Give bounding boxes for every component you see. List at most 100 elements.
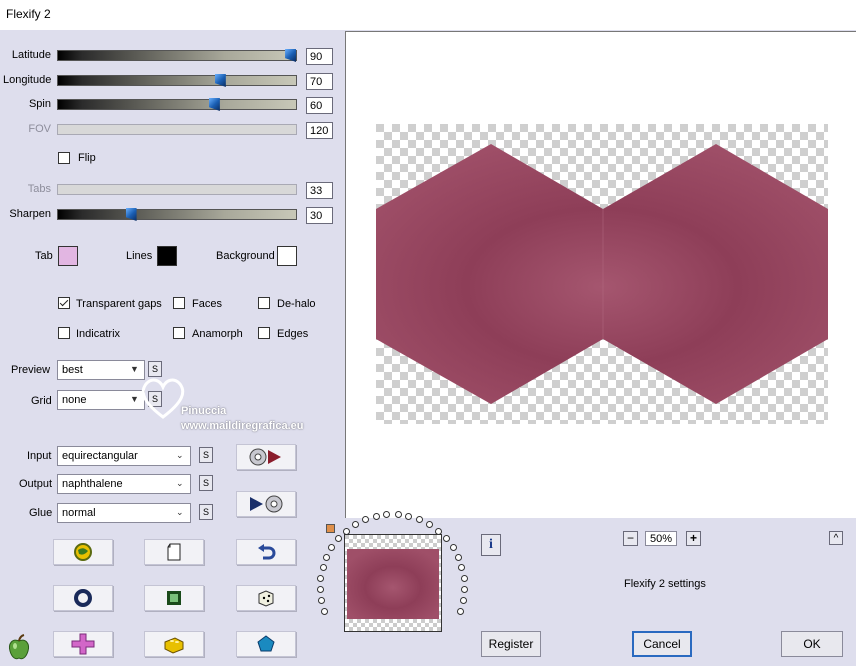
- cancel-button[interactable]: Cancel: [632, 631, 692, 657]
- page-icon: [167, 543, 181, 561]
- slider-label-spin: Spin: [28, 98, 51, 110]
- pentagon-button[interactable]: [236, 631, 296, 657]
- slider-sharpen[interactable]: [57, 208, 297, 221]
- tab-color-label: Tab: [35, 250, 53, 262]
- preview-canvas[interactable]: [345, 31, 856, 518]
- dice-button[interactable]: [236, 585, 296, 611]
- orbit-dot: [362, 516, 370, 524]
- collapse-button[interactable]: ^: [829, 531, 843, 545]
- info-button[interactable]: i: [481, 534, 501, 556]
- zoom-in-button[interactable]: +: [686, 531, 701, 546]
- output-select-value: naphthalene: [62, 478, 123, 490]
- value-field-fov[interactable]: 120: [306, 122, 333, 139]
- orbit-dot: [321, 607, 329, 615]
- orbit-dot: [459, 596, 467, 604]
- orbit-dot: [335, 535, 343, 543]
- orbit-dot: [317, 574, 325, 582]
- orbit-dot: [425, 521, 433, 529]
- preview-select[interactable]: best ▼: [57, 360, 145, 380]
- chevron-down-icon: ⌄: [176, 507, 184, 517]
- zoom-value: 50%: [645, 531, 677, 546]
- undo-button[interactable]: [236, 539, 296, 565]
- orbit-dot: [352, 521, 360, 529]
- orbit-dot: [372, 512, 380, 520]
- ring-button[interactable]: [53, 585, 113, 611]
- lines-color-swatch[interactable]: [157, 246, 177, 266]
- slider-label-tabs: Tabs: [27, 183, 51, 195]
- value-field-longitude[interactable]: 70: [306, 73, 333, 90]
- slider-fov[interactable]: [57, 124, 297, 135]
- cross-button[interactable]: [53, 631, 113, 657]
- slider-spin[interactable]: [57, 98, 297, 111]
- slider-thumb[interactable]: [208, 98, 220, 111]
- input-s-button[interactable]: S: [199, 447, 213, 463]
- orbit-dot: [454, 553, 462, 561]
- disc-play-icon: [249, 448, 281, 466]
- ok-button[interactable]: OK: [781, 631, 843, 657]
- edges-checkbox[interactable]: [258, 327, 270, 339]
- value-field-latitude[interactable]: 90: [306, 48, 333, 65]
- output-select[interactable]: naphthalene ⌄: [57, 474, 191, 494]
- glue-select[interactable]: normal ⌄: [57, 503, 191, 523]
- preview-select-value: best: [62, 364, 83, 376]
- transparent-gaps-label: Transparent gaps: [76, 298, 162, 310]
- brick-icon: [164, 637, 184, 654]
- orbit-dot: [460, 586, 468, 593]
- indicatrix-checkbox[interactable]: [58, 327, 70, 339]
- faces-checkbox[interactable]: [173, 297, 185, 309]
- apple-icon[interactable]: [6, 634, 32, 662]
- slider-thumb[interactable]: [125, 208, 137, 221]
- edges-label: Edges: [277, 328, 309, 340]
- output-disc-button[interactable]: [236, 491, 296, 517]
- slider-label-longitude: Longitude: [3, 74, 52, 86]
- orbit-dot: [442, 535, 450, 543]
- slider-latitude[interactable]: [57, 49, 297, 62]
- square-button[interactable]: [144, 585, 204, 611]
- square-icon: [167, 591, 181, 605]
- faces-label: Faces: [192, 298, 222, 310]
- flip-checkbox[interactable]: [58, 152, 70, 164]
- info-icon: i: [489, 537, 493, 552]
- output-s-button[interactable]: S: [199, 475, 213, 491]
- slider-tabs[interactable]: [57, 184, 297, 195]
- brick-button[interactable]: [144, 631, 204, 657]
- grid-select[interactable]: none ▼: [57, 390, 145, 410]
- settings-label: Flexify 2 settings: [624, 578, 706, 590]
- grid-label: Grid: [31, 395, 52, 407]
- background-color-swatch[interactable]: [277, 246, 297, 266]
- indicatrix-label: Indicatrix: [76, 328, 121, 340]
- output-label: Output: [19, 478, 53, 490]
- tab-color-swatch[interactable]: [58, 246, 78, 266]
- value-field-sharpen[interactable]: 30: [306, 207, 333, 224]
- input-disc-button[interactable]: [236, 444, 296, 470]
- glue-s-button[interactable]: S: [199, 504, 213, 520]
- register-button[interactable]: Register: [481, 631, 541, 657]
- slider-thumb[interactable]: [214, 74, 226, 87]
- transparent-gaps-checkbox[interactable]: [58, 297, 70, 309]
- undo-icon: [258, 544, 276, 560]
- globe-icon: [74, 543, 92, 561]
- de-halo-checkbox[interactable]: [258, 297, 270, 309]
- dice-icon: [258, 590, 274, 607]
- chevron-down-icon: ⌄: [176, 478, 184, 488]
- anamorph-label: Anamorph: [192, 328, 243, 340]
- play-disc-icon: [250, 495, 283, 513]
- zoom-out-button[interactable]: −: [623, 531, 638, 546]
- orbit-dot: [434, 527, 442, 535]
- value-field-spin[interactable]: 60: [306, 97, 333, 114]
- input-select[interactable]: equirectangular ⌄: [57, 446, 191, 466]
- title-bar: Flexify 2: [0, 0, 856, 30]
- globe-button[interactable]: [53, 539, 113, 565]
- thumbnail[interactable]: [344, 534, 442, 632]
- orbit-dot: [405, 512, 413, 520]
- orbit-dot: [323, 553, 331, 561]
- slider-thumb[interactable]: [285, 49, 297, 62]
- orbit-dot: [319, 564, 327, 572]
- page-button[interactable]: [144, 539, 204, 565]
- slider-longitude[interactable]: [57, 74, 297, 87]
- thumbnail-marker: [326, 524, 335, 533]
- anamorph-checkbox[interactable]: [173, 327, 185, 339]
- chevron-down-icon: ⌄: [176, 450, 184, 460]
- value-field-tabs[interactable]: 33: [306, 182, 333, 199]
- watermark-name: Pinuccia: [181, 405, 227, 417]
